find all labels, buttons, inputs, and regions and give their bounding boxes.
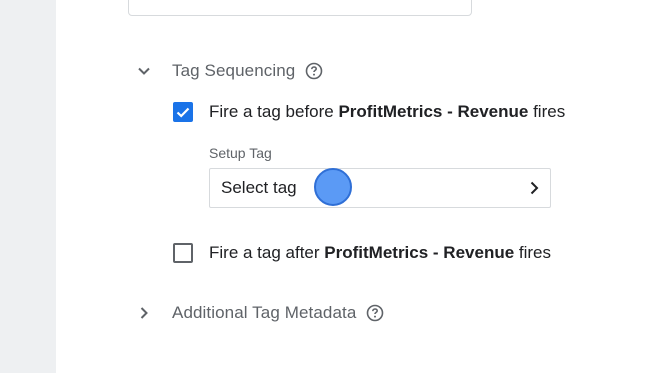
tag-config-panel: Tag Sequencing Fire a tag before ProfitM…: [56, 0, 670, 373]
fire-after-label: Fire a tag after ProfitMetrics - Revenue…: [209, 243, 552, 262]
fire-before-tag-name: ProfitMetrics - Revenue: [338, 102, 529, 121]
setup-tag-label: Setup Tag: [209, 145, 272, 161]
additional-metadata-title: Additional Tag Metadata: [172, 303, 357, 322]
fire-after-tag-name: ProfitMetrics - Revenue: [324, 243, 515, 262]
chevron-right-icon[interactable]: [136, 305, 152, 321]
checkmark-icon: [176, 107, 190, 118]
fire-before-row: Fire a tag before ProfitMetrics - Revenu…: [173, 102, 565, 122]
setup-tag-select[interactable]: Select tag: [209, 168, 551, 208]
tag-sequencing-header[interactable]: Tag Sequencing: [136, 61, 323, 81]
additional-metadata-header[interactable]: Additional Tag Metadata: [136, 303, 384, 323]
setup-tag-value: Select tag: [221, 178, 297, 197]
help-circle-icon[interactable]: [305, 62, 323, 80]
chevron-right-icon: [530, 181, 539, 195]
fire-before-label: Fire a tag before ProfitMetrics - Revenu…: [209, 102, 566, 121]
tag-sequencing-title: Tag Sequencing: [172, 61, 296, 80]
help-circle-icon[interactable]: [366, 304, 384, 322]
fire-after-checkbox[interactable]: [173, 243, 193, 263]
chevron-down-icon[interactable]: [136, 63, 152, 79]
previous-input-field[interactable]: [128, 0, 472, 16]
fire-after-row: Fire a tag after ProfitMetrics - Revenue…: [173, 243, 551, 263]
fire-before-checkbox[interactable]: [173, 102, 193, 122]
click-cursor-indicator: [314, 168, 352, 206]
